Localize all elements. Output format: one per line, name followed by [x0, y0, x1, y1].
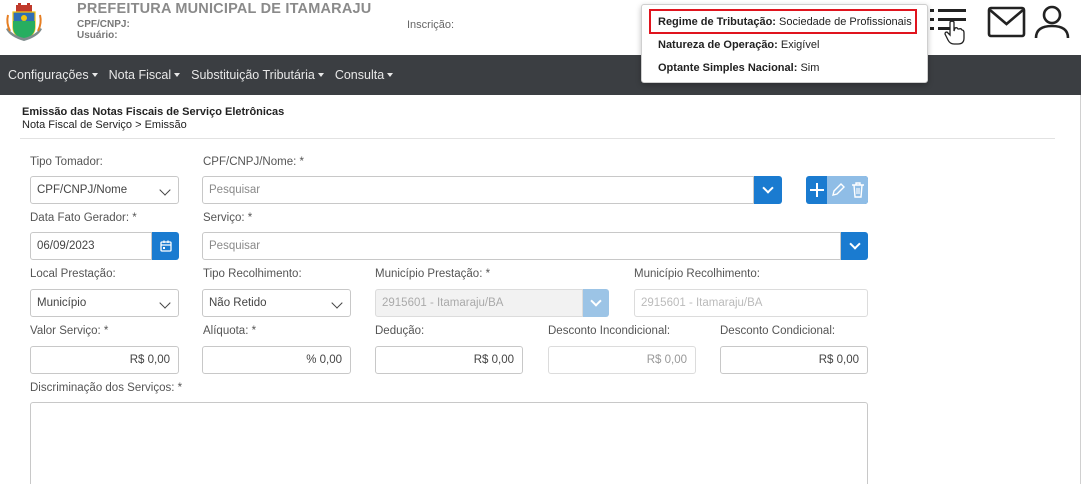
tipo-tomador-value: CPF/CNPJ/Nome — [37, 184, 128, 196]
tipo-recolhimento-value: Não Retido — [209, 297, 267, 309]
aliquota-input[interactable]: % 0,00 — [202, 346, 351, 374]
calendar-icon — [159, 240, 172, 252]
nav-consulta-label: Consulta — [334, 68, 385, 82]
municipio-prestacao-dropdown-button — [583, 289, 609, 317]
municipio-prestacao-input: 2915601 - Itamaraju/BA — [375, 289, 583, 317]
tipo-recolhimento-label: Tipo Recolhimento: — [203, 268, 302, 280]
deducao-value: R$ 0,00 — [473, 354, 514, 366]
cpf-cnpj-dropdown-button[interactable] — [754, 176, 782, 204]
deducao-input[interactable]: R$ 0,00 — [375, 346, 523, 374]
local-prestacao-value: Município — [37, 297, 87, 309]
desconto-incondicional-input: R$ 0,00 — [548, 346, 696, 374]
tipo-recolhimento-select[interactable]: Não Retido — [202, 289, 351, 317]
caret-down-icon — [91, 72, 98, 77]
aliquota-label: Alíquota: * — [203, 325, 257, 337]
pointer-hand-icon — [944, 20, 965, 45]
chevron-down-icon — [159, 297, 171, 309]
natureza-row: Natureza de Operação: Exigível — [658, 39, 819, 51]
chevron-down-icon — [590, 295, 602, 307]
cpf-cnpj-nome-input[interactable]: Pesquisar — [202, 176, 754, 204]
aliquota-value: % 0,00 — [306, 354, 342, 366]
tomador-actions-group — [806, 176, 868, 204]
caret-down-icon — [174, 72, 181, 77]
data-fato-value: 06/09/2023 — [37, 240, 95, 252]
envelope-icon[interactable] — [987, 5, 1027, 39]
user-icon[interactable] — [1032, 4, 1072, 40]
desconto-condicional-input[interactable]: R$ 0,00 — [720, 346, 868, 374]
desconto-incondicional-label: Desconto Incondicional: — [548, 325, 671, 337]
servico-label: Serviço: * — [203, 212, 253, 224]
cpf-cnpj-nome-placeholder: Pesquisar — [209, 184, 261, 196]
coat-of-arms-logo — [6, 3, 42, 41]
municipio-recolhimento-value: 2915601 - Itamaraju/BA — [641, 297, 763, 309]
pencil-icon — [832, 183, 845, 196]
valor-servico-label: Valor Serviço: * — [30, 325, 109, 337]
servico-dropdown-button[interactable] — [841, 232, 868, 260]
nav-configuracoes[interactable]: Configurações — [8, 68, 98, 82]
cpf-cnpj-label: CPF/CNPJ: — [77, 19, 130, 30]
servico-placeholder: Pesquisar — [209, 240, 261, 252]
optante-label: Optante Simples Nacional: — [658, 62, 798, 74]
nav-substituicao-tributaria[interactable]: Substituição Tributária — [191, 68, 324, 82]
org-name: PREFEITURA MUNICIPAL DE ITAMARAJU — [77, 1, 372, 17]
data-fato-input[interactable]: 06/09/2023 — [30, 232, 152, 260]
divider — [20, 138, 1055, 139]
page: PREFEITURA MUNICIPAL DE ITAMARAJU CPF/CN… — [0, 0, 1081, 484]
nav-nota-fiscal-label: Nota Fiscal — [108, 68, 172, 82]
nav-nota-fiscal[interactable]: Nota Fiscal — [109, 68, 181, 82]
municipio-recolhimento-input: 2915601 - Itamaraju/BA — [634, 289, 868, 317]
local-prestacao-label: Local Prestação: — [30, 268, 116, 280]
inscricao-label: Inscrição: — [407, 19, 455, 31]
discriminacao-label: Discriminação dos Serviços: * — [30, 382, 183, 394]
optante-value: Sim — [800, 62, 820, 74]
tipo-tomador-select[interactable]: CPF/CNPJ/Nome — [30, 176, 179, 204]
nav-substituicao-label: Substituição Tributária — [191, 68, 315, 82]
nav-configuracoes-label: Configurações — [8, 68, 89, 82]
nav-consulta[interactable]: Consulta — [334, 68, 394, 82]
caret-down-icon — [387, 72, 394, 77]
chevron-down-icon — [762, 182, 774, 194]
desconto-incondicional-value: R$ 0,00 — [646, 354, 687, 366]
tomador-disabled-actions — [827, 176, 868, 204]
usuario-label: Usuário: — [77, 30, 118, 41]
regime-highlight-box — [649, 9, 917, 34]
page-title: Emissão das Notas Fiscais de Serviço Ele… — [22, 106, 285, 118]
discriminacao-textarea[interactable] — [30, 402, 868, 484]
servico-input[interactable]: Pesquisar — [202, 232, 841, 260]
local-prestacao-select[interactable]: Município — [30, 289, 179, 317]
caret-down-icon — [317, 72, 324, 77]
natureza-value: Exigível — [780, 39, 820, 51]
valor-servico-value: R$ 0,00 — [129, 354, 170, 366]
natureza-label: Natureza de Operação: — [658, 39, 778, 51]
cpf-cnpj-nome-label: CPF/CNPJ/Nome: * — [203, 156, 304, 168]
chevron-down-icon — [848, 238, 861, 250]
municipio-prestacao-value: 2915601 - Itamaraju/BA — [382, 297, 504, 309]
desconto-condicional-value: R$ 0,00 — [818, 354, 859, 366]
municipio-prestacao-label: Município Prestação: * — [375, 268, 491, 280]
data-fato-label: Data Fato Gerador: * — [30, 212, 137, 224]
chevron-down-icon — [159, 184, 171, 196]
tipo-tomador-label: Tipo Tomador: — [30, 156, 103, 168]
municipio-recolhimento-label: Município Recolhimento: — [634, 268, 760, 280]
add-icon[interactable] — [809, 182, 825, 198]
valor-servico-input[interactable]: R$ 0,00 — [30, 346, 179, 374]
optante-row: Optante Simples Nacional: Sim — [658, 62, 819, 74]
desconto-condicional-label: Desconto Condicional: — [720, 325, 836, 337]
chevron-down-icon — [331, 297, 343, 309]
deducao-label: Dedução: — [375, 325, 425, 337]
trash-icon — [852, 182, 864, 198]
breadcrumb: Nota Fiscal de Serviço > Emissão — [22, 119, 187, 131]
calendar-button[interactable] — [152, 232, 179, 260]
